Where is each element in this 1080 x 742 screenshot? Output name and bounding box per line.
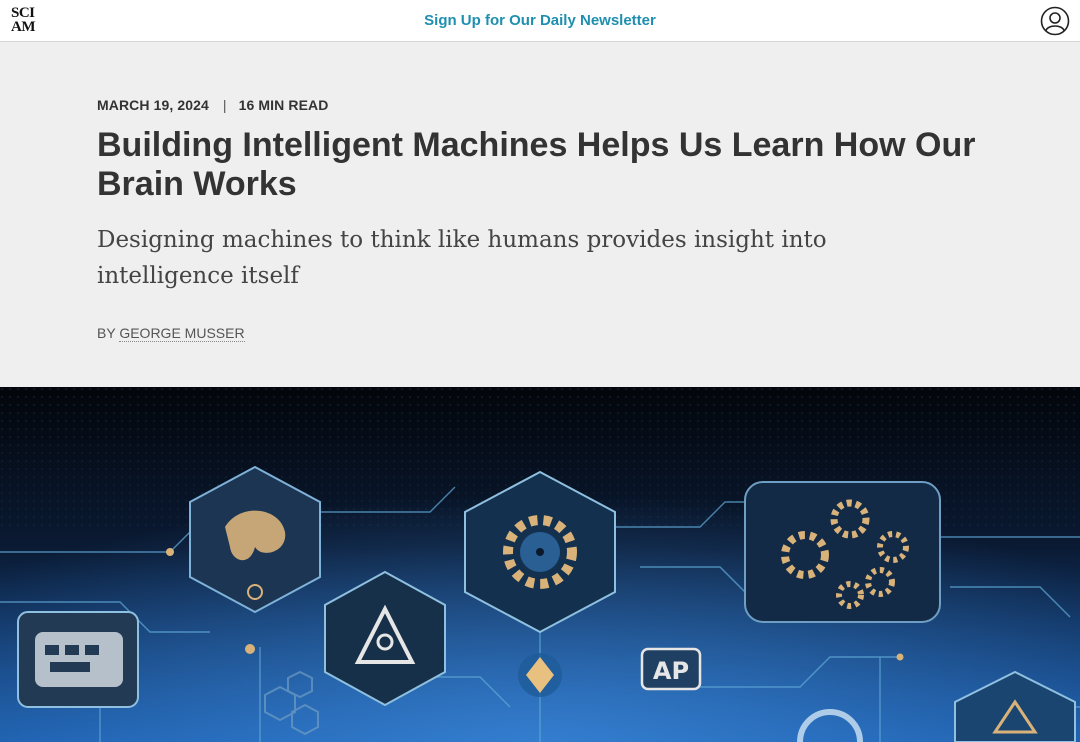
article-subtitle: Designing machines to think like humans … bbox=[97, 227, 827, 289]
ap-chip-label: AP bbox=[653, 657, 689, 685]
publish-date: MARCH 19, 2024 bbox=[97, 97, 209, 113]
newsletter-signup-link[interactable]: Sign Up for Our Daily Newsletter bbox=[0, 12, 1080, 29]
meta-separator: | bbox=[222, 97, 227, 113]
hero-image: AP bbox=[0, 387, 1080, 742]
chip-panel-icon bbox=[17, 611, 139, 708]
author-link[interactable]: GEORGE MUSSER bbox=[119, 325, 245, 342]
read-time: 16 MIN READ bbox=[238, 97, 329, 113]
article-meta: MARCH 19, 2024 | 16 MIN READ bbox=[97, 97, 328, 113]
circuit-illustration: AP bbox=[0, 387, 1080, 742]
diamond-node-icon bbox=[518, 653, 562, 697]
user-account-icon[interactable] bbox=[1040, 6, 1070, 36]
byline: BY GEORGE MUSSER bbox=[97, 325, 245, 342]
top-navigation-bar: SCI AM Sign Up for Our Daily Newsletter bbox=[0, 0, 1080, 42]
gears-panel-icon bbox=[744, 481, 941, 623]
ap-chip-icon: AP bbox=[640, 647, 702, 691]
byline-prefix: BY bbox=[97, 325, 116, 341]
article-title: Building Intelligent Machines Helps Us L… bbox=[97, 126, 976, 203]
